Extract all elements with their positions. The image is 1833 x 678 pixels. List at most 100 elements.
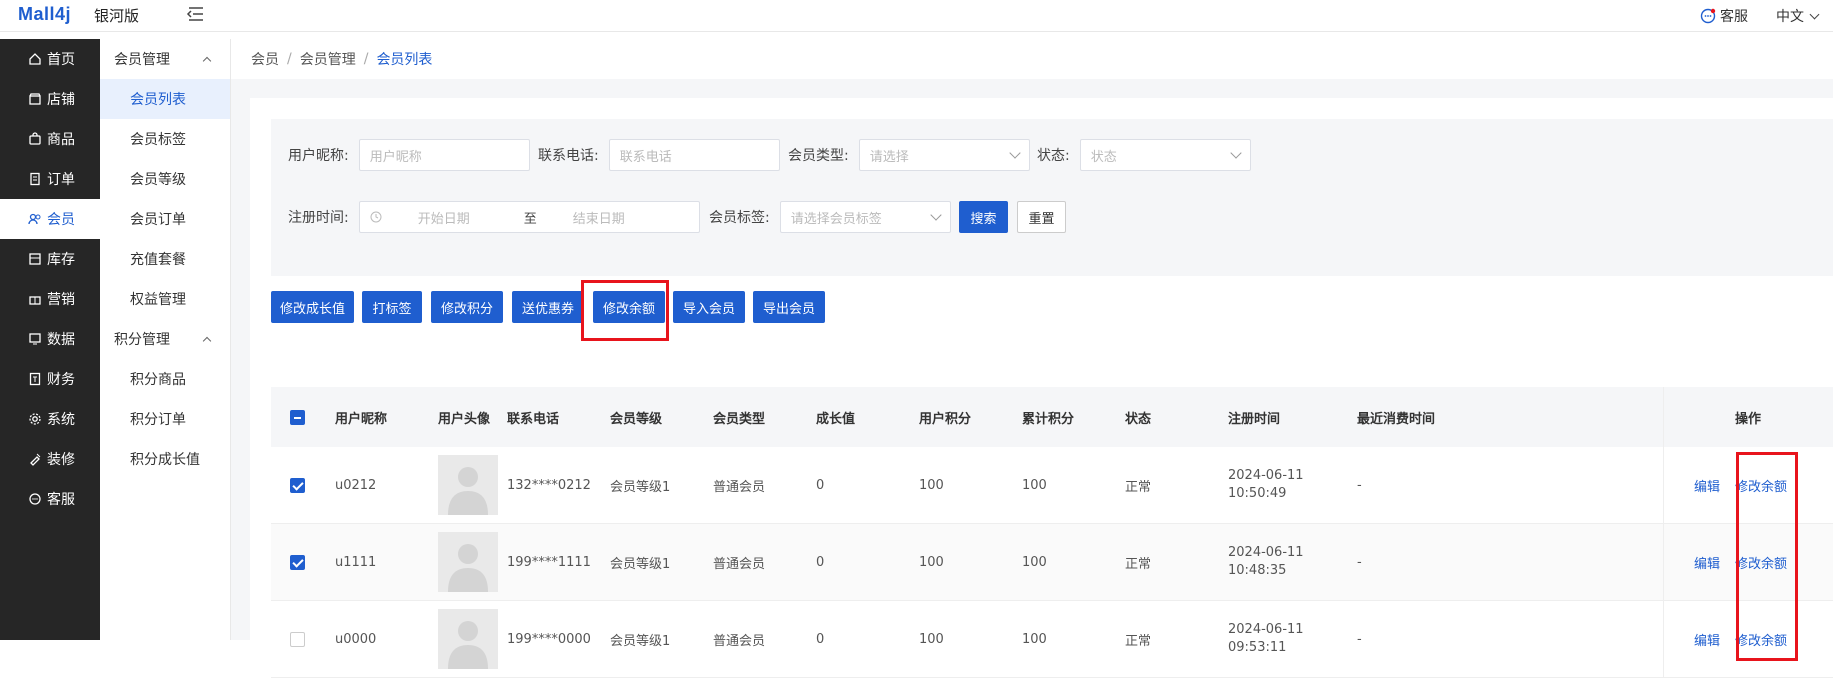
breadcrumb-separator: / — [287, 51, 292, 67]
main-sidebar: 首页 店铺 商品 订单 会员 库存 营销 数据财务系统装修 客服 — [0, 39, 100, 640]
main-menu-item[interactable]: 商品 — [0, 119, 100, 159]
register-clock: 10:48:35 — [1228, 563, 1287, 578]
cell-last-consume: - — [1357, 477, 1362, 493]
service-label: 客服 — [1720, 9, 1748, 25]
cell-phone: 199****1111 — [507, 554, 591, 570]
register-date: 2024-06-11 — [1228, 545, 1304, 560]
submenu-item[interactable]: 积分订单 — [100, 399, 230, 439]
status-label: 状态: — [1037, 148, 1070, 164]
nickname-label: 用户昵称: — [288, 148, 349, 164]
cell-phone: 199****0000 — [507, 631, 591, 647]
cell-level: 会员等级1 — [610, 556, 671, 572]
cell-growth: 0 — [816, 631, 825, 647]
cell-nickname: u1111 — [335, 554, 377, 570]
header-total-points: 累计积分 — [1022, 411, 1075, 427]
member-icon — [28, 213, 41, 225]
header-growth: 成长值 — [816, 411, 856, 427]
reset-button[interactable]: 重置 — [1017, 201, 1066, 233]
avatar-image — [438, 532, 498, 592]
cell-level: 会员等级1 — [610, 633, 671, 649]
language-select[interactable]: 中文 — [1776, 6, 1820, 26]
breadcrumb-separator: / — [363, 51, 369, 67]
export-members-button[interactable]: 导出会员 — [753, 291, 825, 323]
operation-column-divider — [1663, 524, 1664, 600]
submenu-item[interactable]: 会员标签 — [100, 119, 230, 159]
edit-growth-button[interactable]: 修改成长值 — [271, 291, 354, 323]
cell-nickname: u0212 — [335, 477, 377, 493]
search-button[interactable]: 搜索 — [959, 201, 1008, 233]
sub-sidebar: 会员管理会员列表 会员标签 会员等级 会员订单 充值套餐 权益管理 积分管理 积分商品 积分订单… — [100, 39, 231, 640]
submenu-group[interactable]: 积分管理 — [100, 319, 230, 359]
main-menu-item[interactable]: 店铺 — [0, 79, 100, 119]
submenu-item[interactable]: 会员订单 — [100, 199, 230, 239]
cell-growth: 0 — [816, 477, 825, 493]
member-tag-label: 会员标签: — [709, 210, 770, 226]
chevron-down-icon — [930, 209, 942, 221]
phone-input[interactable]: 联系电话 — [608, 139, 780, 171]
finance-icon — [29, 372, 41, 386]
operation-column-divider — [1663, 387, 1664, 447]
main-menu-item[interactable]: 客服 — [0, 479, 100, 519]
customer-service-button[interactable]: 客服 — [1700, 6, 1748, 26]
main-menu-label: 财务 — [47, 372, 75, 388]
range-separator: 至 — [523, 211, 537, 227]
main-menu-item[interactable]: 库存 — [0, 239, 100, 279]
highlight-box — [1736, 452, 1798, 661]
main-menu-item[interactable]: 财务 — [0, 359, 100, 399]
submenu-item[interactable]: 积分商品 — [100, 359, 230, 399]
header-level: 会员等级 — [610, 411, 663, 427]
nickname-input[interactable]: 用户昵称 — [358, 139, 530, 171]
select-all-checkbox[interactable] — [290, 409, 305, 425]
header-operation: 操作 — [1735, 411, 1762, 427]
date-range-input[interactable]: 开始日期 至 结束日期 — [358, 201, 700, 233]
register-time-field: 注册时间: 开始日期 至 结束日期 — [288, 201, 700, 233]
submenu-item[interactable]: 会员等级 — [100, 159, 230, 199]
cell-phone: 132****0212 — [507, 477, 591, 493]
main-menu-item[interactable]: 数据 — [0, 319, 100, 359]
main-menu-item[interactable]: 首页 — [0, 39, 100, 79]
register-clock: 09:53:11 — [1228, 640, 1287, 655]
main-menu-item[interactable]: 系统 — [0, 399, 100, 439]
status-select[interactable]: 状态 — [1079, 139, 1251, 171]
chat-bubble-icon — [1700, 8, 1716, 24]
bag-icon — [29, 132, 41, 145]
nickname-field: 用户昵称: 用户昵称 — [288, 139, 530, 171]
end-date: 结束日期 — [572, 211, 625, 227]
menu-fold-icon[interactable] — [186, 6, 204, 22]
edit-link[interactable]: 编辑 — [1694, 447, 1720, 523]
cell-total-points: 100 — [1022, 631, 1047, 647]
submenu-item[interactable]: 权益管理 — [100, 279, 230, 319]
breadcrumb-item[interactable]: 会员 — [251, 49, 279, 69]
submenu-group[interactable]: 会员管理 — [100, 39, 230, 79]
cell-status: 正常 — [1125, 556, 1152, 572]
row-checkbox[interactable] — [290, 631, 305, 647]
submenu-item[interactable]: 积分成长值 — [100, 439, 230, 479]
main-menu-item[interactable]: 装修 — [0, 439, 100, 479]
submenu-group-label: 会员管理 — [114, 52, 170, 68]
edit-link[interactable]: 编辑 — [1694, 524, 1720, 600]
row-checkbox[interactable] — [290, 554, 305, 570]
edit-points-button[interactable]: 修改积分 — [431, 291, 503, 323]
chevron-down-icon — [1810, 9, 1820, 20]
cell-register-time: 2024-06-11 09:53:11 — [1228, 601, 1304, 677]
breadcrumb-item[interactable]: 会员管理 — [300, 49, 356, 69]
member-tag-select[interactable]: 请选择会员标签 — [779, 201, 951, 233]
edit-link[interactable]: 编辑 — [1694, 601, 1720, 677]
submenu-item[interactable]: 充值套餐 — [100, 239, 230, 279]
main-menu-label: 系统 — [47, 412, 75, 428]
main-menu-item[interactable]: 营销 — [0, 279, 100, 319]
member-type-select[interactable]: 请选择 — [858, 139, 1030, 171]
avatar-image — [438, 455, 498, 515]
top-bar: Mall4j 银河版 客服 中文 — [0, 0, 1833, 32]
submenu-item[interactable]: 会员列表 — [100, 79, 230, 119]
chevron-down-icon — [1009, 147, 1021, 159]
main-menu-item[interactable]: 订单 — [0, 159, 100, 199]
phone-label: 联系电话: — [538, 148, 599, 164]
import-members-button[interactable]: 导入会员 — [673, 291, 745, 323]
main-menu-item[interactable]: 会员 — [0, 199, 100, 239]
tag-button[interactable]: 打标签 — [362, 291, 422, 323]
row-checkbox[interactable] — [290, 477, 305, 493]
cell-type: 普通会员 — [713, 633, 766, 649]
cell-last-consume: - — [1357, 631, 1362, 647]
send-coupon-button[interactable]: 送优惠券 — [512, 291, 584, 323]
